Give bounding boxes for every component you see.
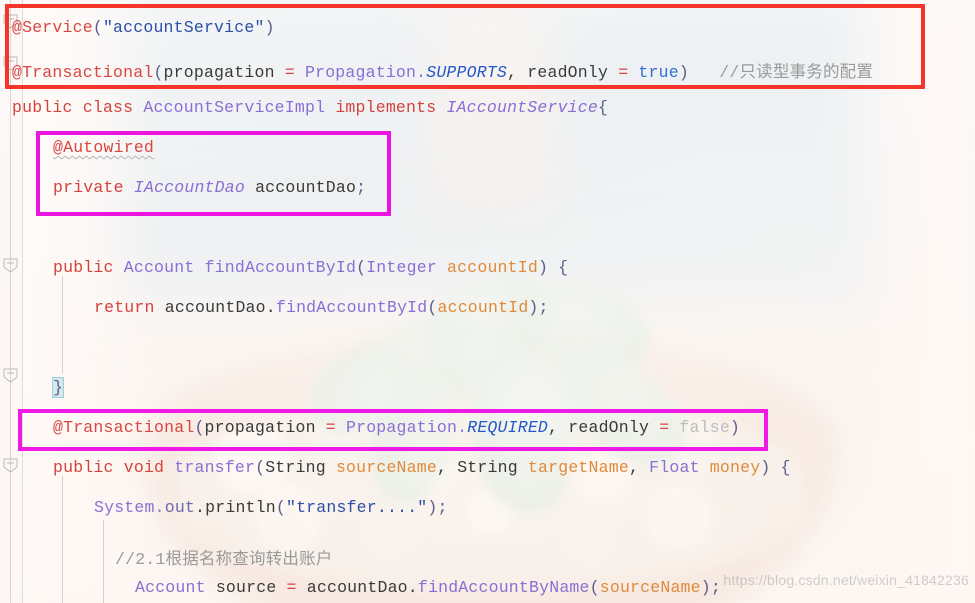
editor-screenshot: @Service("accountService") @Transactional… [0, 0, 975, 603]
line-service-annotation[interactable]: @Service("accountService") [12, 18, 275, 37]
line-transactional-supports[interactable]: @Transactional(propagation = Propagation… [12, 58, 873, 82]
line-autowired[interactable]: @Autowired [53, 138, 154, 157]
line-println[interactable]: System.out.println("transfer...."); [94, 498, 448, 517]
line-find-by-id-return[interactable]: return accountDao.findAccountById(accoun… [94, 298, 549, 317]
line-comment-2-1[interactable]: //2.1根据名称查询转出账户 [115, 545, 333, 569]
code-text-layer[interactable]: @Service("accountService") @Transactional… [0, 0, 975, 603]
line-find-by-id-signature[interactable]: public Account findAccountById(Integer a… [53, 258, 568, 277]
line-source-lookup[interactable]: Account source = accountDao.findAccountB… [135, 578, 721, 597]
line-transactional-required[interactable]: @Transactional(propagation = Propagation… [53, 418, 740, 437]
line-dao-field[interactable]: private IAccountDao accountDao; [53, 178, 366, 197]
line-transfer-signature[interactable]: public void transfer(String sourceName, … [53, 458, 791, 477]
csdn-watermark: https://blog.csdn.net/weixin_41842236 [723, 572, 969, 588]
line-class-decl[interactable]: public class AccountServiceImpl implemen… [12, 98, 608, 117]
line-find-by-id-close[interactable]: } [51, 377, 65, 398]
